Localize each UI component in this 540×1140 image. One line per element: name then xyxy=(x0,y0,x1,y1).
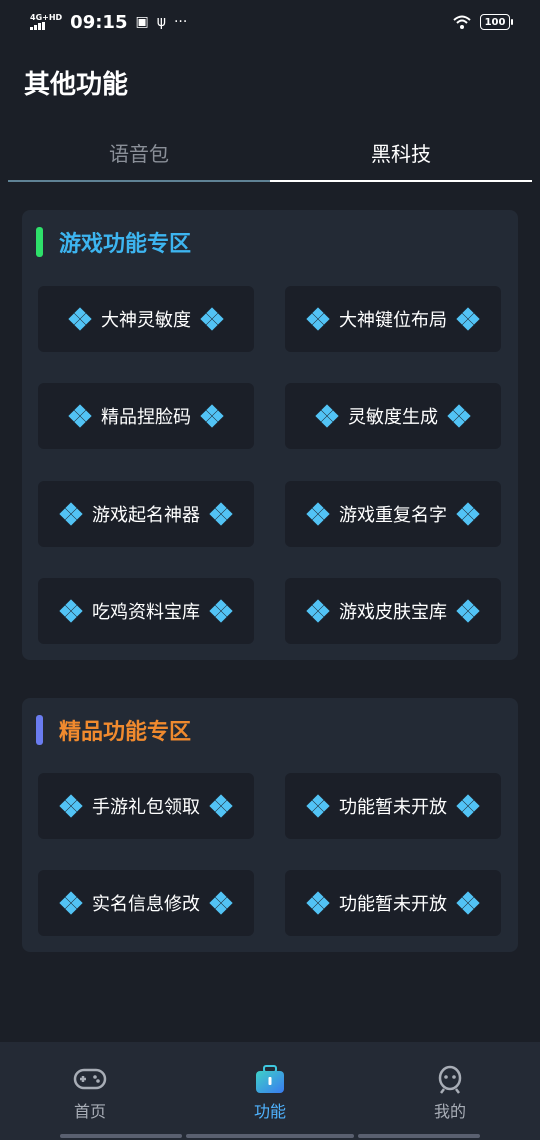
diamond-cluster-icon xyxy=(200,307,224,331)
diamond-cluster-icon xyxy=(447,404,471,428)
robot-face-icon xyxy=(438,1065,462,1094)
diamond-cluster-icon xyxy=(209,502,233,526)
button-label: 实名信息修改 xyxy=(92,894,200,915)
more-notifications-icon: ··· xyxy=(173,14,188,30)
god-sensitivity-button[interactable]: 大神灵敏度 xyxy=(38,286,254,352)
game-name-generator-button[interactable]: 游戏起名神器 xyxy=(38,481,254,547)
gesture-bar xyxy=(358,1134,480,1138)
nav-label: 功能 xyxy=(253,1102,286,1121)
button-label: 游戏起名神器 xyxy=(92,505,200,526)
premium-feature-section: 精品功能专区 手游礼包领取 功能暂未开放 实名信息修改 功能暂未开放 xyxy=(22,698,518,952)
button-label: 功能暂未开放 xyxy=(339,797,447,818)
network-label: 4G+HD xyxy=(30,13,63,22)
gamepad-icon xyxy=(73,1068,107,1090)
tab-label: 黑科技 xyxy=(371,142,431,166)
real-name-edit-button[interactable]: 实名信息修改 xyxy=(38,870,254,936)
game-feature-section: 游戏功能专区 大神灵敏度 大神键位布局 精品捏脸码 灵敏度生成 游戏起名神器 游… xyxy=(22,210,518,660)
section-header: 精品功能专区 xyxy=(36,714,191,746)
gesture-bar xyxy=(60,1134,182,1138)
section-header: 游戏功能专区 xyxy=(36,226,191,258)
diamond-cluster-icon xyxy=(59,794,83,818)
button-label: 游戏重复名字 xyxy=(339,505,447,526)
status-bar: 4G+HD 09:15 ▣ ψ ··· 100 xyxy=(0,0,540,44)
gift-pack-button[interactable]: 手游礼包领取 xyxy=(38,773,254,839)
diamond-cluster-icon xyxy=(59,502,83,526)
diamond-cluster-icon xyxy=(306,794,330,818)
status-right: 100 xyxy=(452,14,513,30)
wifi-icon xyxy=(453,15,471,29)
diamond-cluster-icon xyxy=(456,599,480,623)
diamond-cluster-icon xyxy=(456,502,480,526)
tab-voice-pack[interactable]: 语音包 xyxy=(8,124,270,182)
tab-label: 语音包 xyxy=(109,142,169,166)
button-label: 功能暂未开放 xyxy=(339,894,447,915)
tab-black-tech[interactable]: 黑科技 xyxy=(270,124,532,182)
button-label: 灵敏度生成 xyxy=(348,407,438,428)
not-open-button[interactable]: 功能暂未开放 xyxy=(285,773,501,839)
god-key-layout-button[interactable]: 大神键位布局 xyxy=(285,286,501,352)
diamond-cluster-icon xyxy=(59,891,83,915)
button-label: 大神灵敏度 xyxy=(101,310,191,331)
section-accent-bar xyxy=(36,227,43,257)
nav-mine[interactable]: 我的 xyxy=(360,1042,540,1140)
skin-library-button[interactable]: 游戏皮肤宝库 xyxy=(285,578,501,644)
diamond-cluster-icon xyxy=(456,891,480,915)
diamond-cluster-icon xyxy=(306,891,330,915)
diamond-cluster-icon xyxy=(456,307,480,331)
diamond-cluster-icon xyxy=(306,307,330,331)
tab-bar: 语音包 黑科技 xyxy=(8,124,532,182)
button-label: 手游礼包领取 xyxy=(92,797,200,818)
gesture-bar xyxy=(186,1134,354,1138)
sensitivity-generate-button[interactable]: 灵敏度生成 xyxy=(285,383,501,449)
status-left: 4G+HD 09:15 ▣ ψ ··· xyxy=(30,12,187,33)
diamond-cluster-icon xyxy=(306,502,330,526)
nav-label: 首页 xyxy=(73,1102,106,1121)
diamond-cluster-icon xyxy=(68,307,92,331)
nav-home[interactable]: 首页 xyxy=(0,1042,180,1140)
diamond-cluster-icon xyxy=(209,599,233,623)
network-signal-icon: 4G+HD xyxy=(30,14,62,30)
bottom-nav: 首页 功能 我的 xyxy=(0,1042,540,1140)
usb-icon: ψ xyxy=(156,14,166,30)
section-title: 游戏功能专区 xyxy=(59,232,192,257)
battery-level: 100 xyxy=(484,16,506,28)
status-time: 09:15 xyxy=(70,11,128,33)
diamond-cluster-icon xyxy=(59,599,83,623)
button-label: 吃鸡资料宝库 xyxy=(92,602,200,623)
diamond-cluster-icon xyxy=(306,599,330,623)
diamond-cluster-icon xyxy=(315,404,339,428)
diamond-cluster-icon xyxy=(209,891,233,915)
diamond-cluster-icon xyxy=(68,404,92,428)
nav-features[interactable]: 功能 xyxy=(180,1042,360,1140)
nav-label: 我的 xyxy=(433,1102,466,1121)
button-label: 游戏皮肤宝库 xyxy=(339,602,447,623)
page-title: 其他功能 xyxy=(24,70,129,100)
battery-icon: 100 xyxy=(480,14,513,30)
toolbox-icon xyxy=(256,1065,284,1093)
button-label: 大神键位布局 xyxy=(339,310,447,331)
notification-app-icon: ▣ xyxy=(135,14,149,30)
duplicate-name-button[interactable]: 游戏重复名字 xyxy=(285,481,501,547)
diamond-cluster-icon xyxy=(209,794,233,818)
diamond-cluster-icon xyxy=(456,794,480,818)
face-code-button[interactable]: 精品捏脸码 xyxy=(38,383,254,449)
pubg-data-library-button[interactable]: 吃鸡资料宝库 xyxy=(38,578,254,644)
section-title: 精品功能专区 xyxy=(59,720,192,745)
not-open-button[interactable]: 功能暂未开放 xyxy=(285,870,501,936)
button-label: 精品捏脸码 xyxy=(101,407,191,428)
section-accent-bar xyxy=(36,715,43,745)
diamond-cluster-icon xyxy=(200,404,224,428)
